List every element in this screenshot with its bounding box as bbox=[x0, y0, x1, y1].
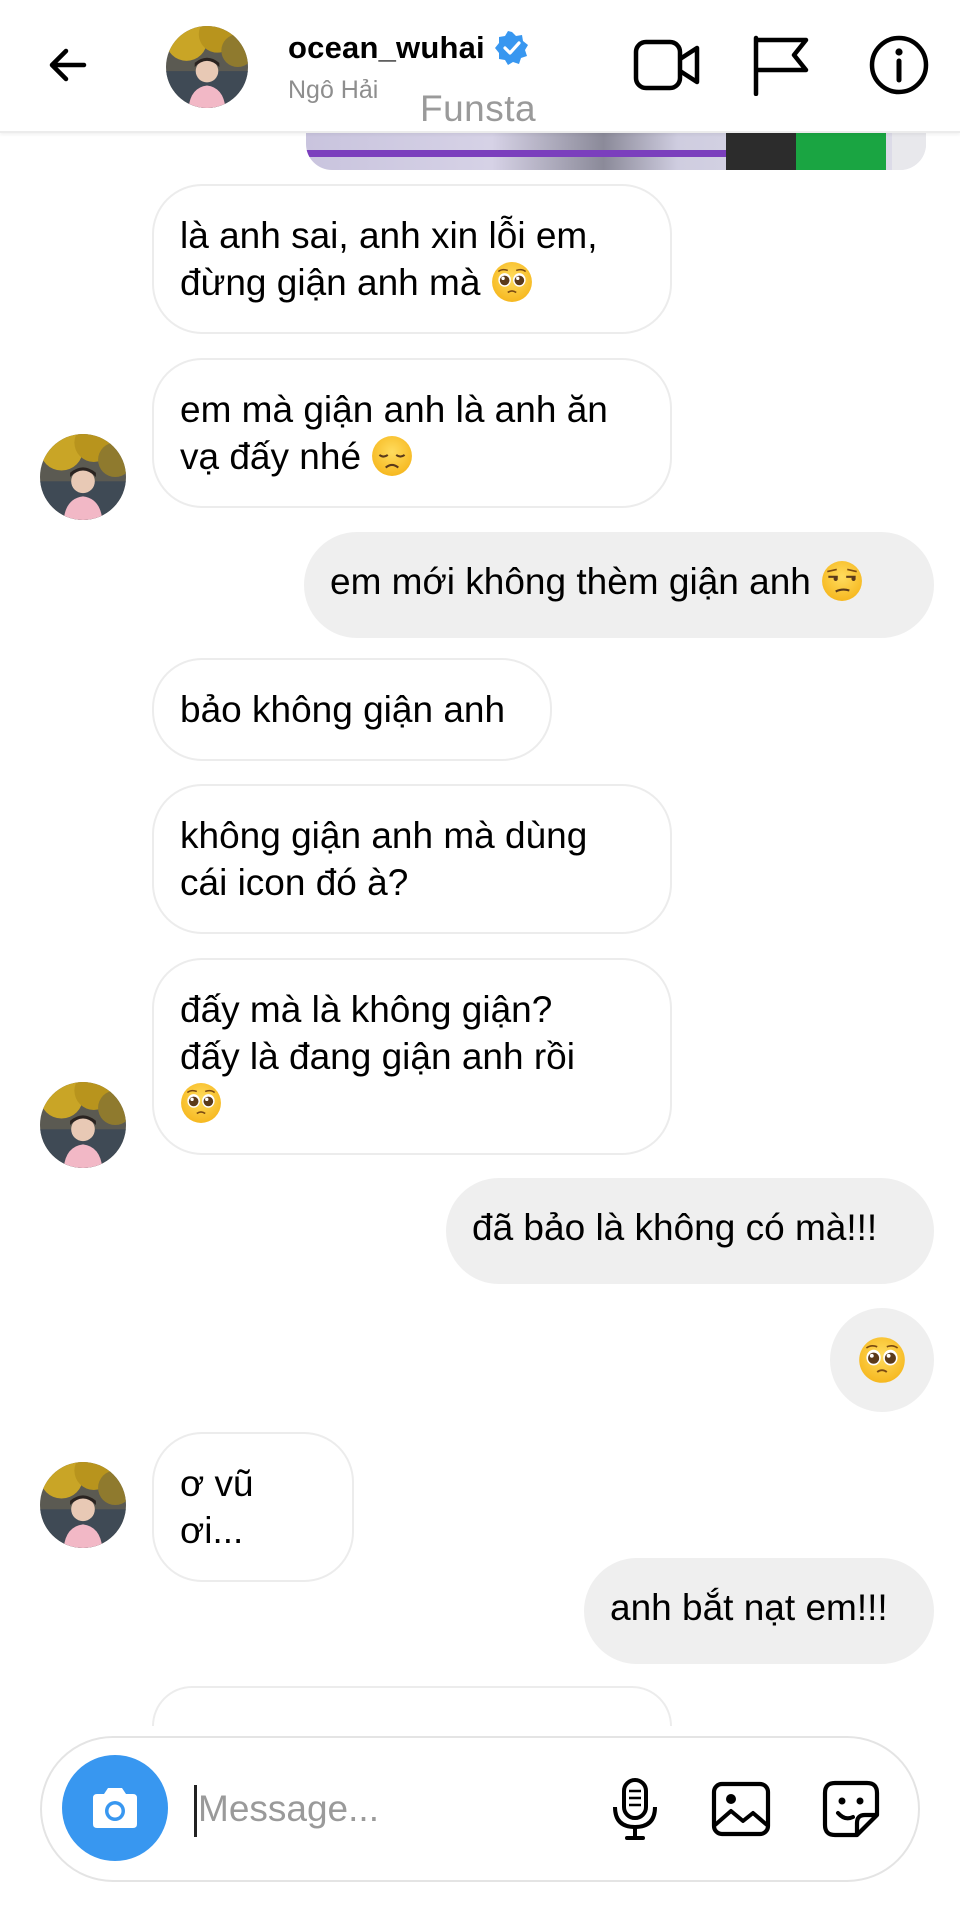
incoming-message[interactable]: ơ vũ ơi... bbox=[152, 1432, 354, 1582]
message-line: đấy mà là không giận? bbox=[180, 989, 553, 1030]
message-text: vạ đấy nhé bbox=[180, 436, 362, 477]
incoming-message[interactable]: không giận anh mà dùng cái icon đó à? bbox=[152, 784, 672, 934]
sender-avatar[interactable] bbox=[40, 1082, 126, 1168]
message-text: em mới không thèm giận anh bbox=[330, 561, 811, 602]
sender-avatar[interactable] bbox=[40, 434, 126, 520]
incoming-message[interactable]: em mà giận anh là anh ăn vạ đấy nhé bbox=[152, 358, 672, 508]
pleading-face-icon bbox=[491, 261, 533, 303]
info-icon[interactable] bbox=[862, 28, 936, 102]
username: ocean_wuhai bbox=[288, 30, 485, 65]
message-composer bbox=[40, 1736, 920, 1882]
outgoing-message[interactable]: đã bảo là không có mà!!! bbox=[446, 1178, 934, 1284]
gallery-icon[interactable] bbox=[708, 1776, 774, 1842]
sticker-icon[interactable] bbox=[818, 1776, 884, 1842]
message-input[interactable] bbox=[198, 1778, 528, 1840]
message-line: vạ đấy nhé bbox=[180, 433, 644, 480]
avatar[interactable] bbox=[166, 26, 248, 108]
shared-image-detail bbox=[892, 128, 926, 170]
pleading-face-icon bbox=[180, 1082, 222, 1124]
watermark: Funsta bbox=[420, 88, 537, 129]
incoming-message-partial bbox=[152, 1686, 672, 1726]
outgoing-emoji-message[interactable] bbox=[830, 1308, 934, 1412]
message-line bbox=[180, 1080, 644, 1127]
back-arrow-icon[interactable] bbox=[36, 33, 100, 97]
verified-badge-icon bbox=[494, 31, 529, 65]
incoming-message[interactable]: là anh sai, anh xin lỗi em, đừng giận an… bbox=[152, 184, 672, 334]
message-line: đấy là đang giận anh rồi bbox=[180, 1036, 575, 1077]
disappointed-face-icon bbox=[371, 435, 413, 477]
message-line: đừng giận anh mà bbox=[180, 259, 644, 306]
incoming-message[interactable]: đấy mà là không giận? đấy là đang giận a… bbox=[152, 958, 672, 1155]
outgoing-message[interactable]: em mới không thèm giận anh bbox=[304, 532, 934, 638]
message-text: ơ vũ ơi... bbox=[180, 1463, 254, 1551]
microphone-icon[interactable] bbox=[602, 1776, 668, 1842]
message-text: bảo không giận anh bbox=[180, 689, 506, 730]
username-row: ocean_wuhai bbox=[288, 30, 529, 66]
camera-icon bbox=[93, 1788, 137, 1828]
message-line: là anh sai, anh xin lỗi em, bbox=[180, 215, 598, 256]
message-text: đừng giận anh mà bbox=[180, 262, 481, 303]
chat-header: ocean_wuhai Ngô Hải Funsta bbox=[0, 0, 960, 133]
sender-avatar[interactable] bbox=[40, 1462, 126, 1548]
message-text: đã bảo là không có mà!!! bbox=[472, 1207, 878, 1248]
message-line: cái icon đó à? bbox=[180, 862, 409, 903]
camera-button[interactable] bbox=[62, 1755, 168, 1861]
unamused-face-icon bbox=[821, 560, 863, 602]
text-cursor bbox=[194, 1785, 197, 1837]
message-text: anh bắt nạt em!!! bbox=[610, 1587, 888, 1628]
flag-icon[interactable] bbox=[744, 28, 818, 102]
message-line: không giận anh mà dùng bbox=[180, 815, 588, 856]
outgoing-message[interactable]: anh bắt nạt em!!! bbox=[584, 1558, 934, 1664]
video-call-icon[interactable] bbox=[630, 28, 704, 102]
pleading-face-icon bbox=[858, 1336, 906, 1384]
incoming-message[interactable]: bảo không giận anh bbox=[152, 658, 552, 761]
message-line: em mà giận anh là anh ăn bbox=[180, 389, 608, 430]
